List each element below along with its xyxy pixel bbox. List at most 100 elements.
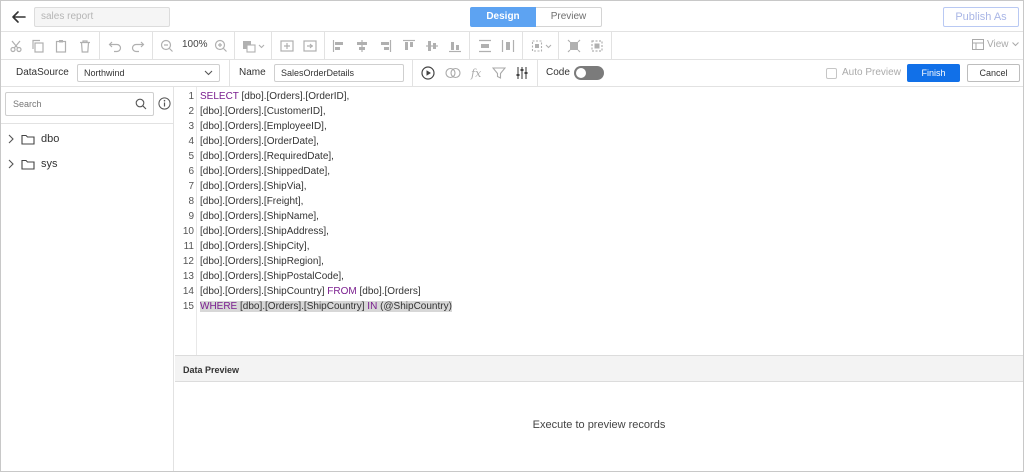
code-line: [dbo].[Orders].[ShipCity], xyxy=(200,239,310,254)
code-line: [dbo].[Orders].[ShippedDate], xyxy=(200,164,330,179)
toolbar: 100% View xyxy=(1,32,1023,60)
folder-icon xyxy=(21,159,35,170)
code-line: [dbo].[Orders].[ShipVia], xyxy=(200,179,307,194)
sql-text: [dbo].[Orders].[EmployeeID], xyxy=(200,121,327,132)
tree-node-sys[interactable]: sys xyxy=(7,155,58,173)
back-arrow-icon[interactable] xyxy=(9,7,29,27)
size-icon[interactable] xyxy=(531,39,553,53)
datasource-value: Northwind xyxy=(84,68,125,78)
sql-text: [dbo].[Orders].[ShipName], xyxy=(200,211,319,222)
code-line: [dbo].[Orders].[CustomerID], xyxy=(200,104,326,119)
line-number: 10 xyxy=(182,226,194,237)
tree-node-label: dbo xyxy=(41,133,60,145)
line-number: 1 xyxy=(188,91,194,102)
align-center-icon[interactable] xyxy=(355,39,369,53)
sql-keyword: IN xyxy=(367,301,378,312)
line-number: 4 xyxy=(188,136,194,147)
sql-code-editor[interactable]: 1 SELECT [dbo].[Orders].[OrderID], 2 [dbo].… xyxy=(175,87,1023,355)
code-toggle[interactable] xyxy=(574,66,604,80)
code-line: [dbo].[Orders].[ShipPostalCode], xyxy=(200,269,344,284)
line-number: 15 xyxy=(182,301,194,312)
tab-preview[interactable]: Preview xyxy=(536,7,602,27)
align-right-icon[interactable] xyxy=(378,39,392,53)
distribute-horizontal-icon[interactable] xyxy=(478,39,492,53)
sql-text: [dbo].[Orders].[ShipPostalCode], xyxy=(200,271,344,282)
report-name-input[interactable]: sales report xyxy=(34,7,170,27)
chevron-down-icon xyxy=(204,70,213,76)
line-number: 5 xyxy=(188,151,194,162)
code-label: Code xyxy=(546,67,570,78)
info-icon[interactable] xyxy=(158,97,171,110)
copy-icon[interactable] xyxy=(31,39,45,53)
view-dropdown[interactable]: View xyxy=(972,39,1019,50)
cut-icon[interactable] xyxy=(9,39,23,53)
merge-cells-icon[interactable] xyxy=(280,39,294,53)
svg-text:fx: fx xyxy=(470,67,482,80)
view-icon xyxy=(972,39,984,50)
filter-icon[interactable] xyxy=(492,66,506,80)
auto-preview-checkbox[interactable] xyxy=(826,68,837,79)
undo-icon[interactable] xyxy=(108,39,122,53)
align-top-icon[interactable] xyxy=(402,39,416,53)
chevron-right-icon[interactable] xyxy=(7,134,15,144)
code-line: WHERE [dbo].[Orders].[ShipCountry] IN (@… xyxy=(200,299,452,314)
distribute-vertical-icon[interactable] xyxy=(501,39,515,53)
line-number: 13 xyxy=(182,271,194,282)
delete-icon[interactable] xyxy=(78,39,92,53)
folder-icon xyxy=(21,134,35,145)
tree-node-label: sys xyxy=(41,158,58,170)
line-number: 3 xyxy=(188,121,194,132)
line-number: 7 xyxy=(188,181,194,192)
join-icon[interactable] xyxy=(445,66,461,80)
align-left-icon[interactable] xyxy=(332,39,346,53)
name-label: Name xyxy=(239,67,266,78)
finish-button[interactable]: Finish xyxy=(907,64,960,82)
sql-text: (@ShipCountry) xyxy=(377,301,452,312)
expression-fx-icon[interactable]: fx xyxy=(470,66,484,80)
chevron-right-icon[interactable] xyxy=(7,159,15,169)
run-query-icon[interactable] xyxy=(421,66,435,80)
sql-text: [dbo].[Orders].[ShippedDate], xyxy=(200,166,331,177)
sql-text: [dbo].[Orders].[ShipCountry] xyxy=(200,286,325,297)
code-line: [dbo].[Orders].[Freight], xyxy=(200,194,303,209)
zoom-in-icon[interactable] xyxy=(214,39,228,53)
sql-text: [dbo].[Orders].[ShipCity], xyxy=(200,241,310,252)
align-middle-icon[interactable] xyxy=(425,39,439,53)
code-line: [dbo].[Orders].[EmployeeID], xyxy=(200,119,327,134)
view-label: View xyxy=(987,39,1009,50)
sql-text: [dbo].[Orders].[RequiredDate], xyxy=(200,151,334,162)
send-backward-icon[interactable] xyxy=(567,39,581,53)
split-cells-icon[interactable] xyxy=(303,39,317,53)
cancel-button[interactable]: Cancel xyxy=(967,64,1020,82)
code-line: [dbo].[Orders].[ShipAddress], xyxy=(200,224,329,239)
tab-design[interactable]: Design xyxy=(470,7,536,27)
align-bottom-icon[interactable] xyxy=(448,39,462,53)
zoom-level: 100% xyxy=(182,39,208,50)
code-line: [dbo].[Orders].[ShipRegion], xyxy=(200,254,324,269)
paste-icon[interactable] xyxy=(54,39,68,53)
schema-search-input[interactable]: Search xyxy=(5,92,154,116)
code-line: SELECT [dbo].[Orders].[OrderID], xyxy=(200,89,349,104)
fill-color-icon[interactable] xyxy=(242,39,266,53)
chevron-down-icon xyxy=(1011,42,1019,47)
sql-text: [dbo].[Orders].[CustomerID], xyxy=(200,106,326,117)
data-preview-message: Execute to preview records xyxy=(532,419,666,431)
query-settings-bar: DataSource Northwind Name SalesOrderDeta… xyxy=(1,60,1023,87)
sql-text: [dbo].[Orders].[ShipAddress], xyxy=(200,226,329,237)
sql-text: [dbo].[Orders].[ShipCountry] xyxy=(237,301,368,312)
sql-keyword: WHERE xyxy=(200,301,238,312)
header-bar: sales report Design Preview Publish As xyxy=(1,1,1023,32)
parameters-icon[interactable] xyxy=(515,66,529,80)
redo-icon[interactable] xyxy=(131,39,145,53)
tree-node-dbo[interactable]: dbo xyxy=(7,130,59,148)
datasource-select[interactable]: Northwind xyxy=(77,64,220,82)
publish-as-button[interactable]: Publish As xyxy=(943,7,1019,27)
line-number: 6 xyxy=(188,166,194,177)
sql-text: [dbo].[Orders].[OrderDate], xyxy=(200,136,319,147)
bring-forward-icon[interactable] xyxy=(590,39,604,53)
query-name-input[interactable]: SalesOrderDetails xyxy=(274,64,404,82)
mode-switcher: Design Preview xyxy=(470,7,602,27)
sql-text: [dbo].[Orders] xyxy=(356,286,421,297)
zoom-out-icon[interactable] xyxy=(160,39,174,53)
line-number: 8 xyxy=(188,196,194,207)
